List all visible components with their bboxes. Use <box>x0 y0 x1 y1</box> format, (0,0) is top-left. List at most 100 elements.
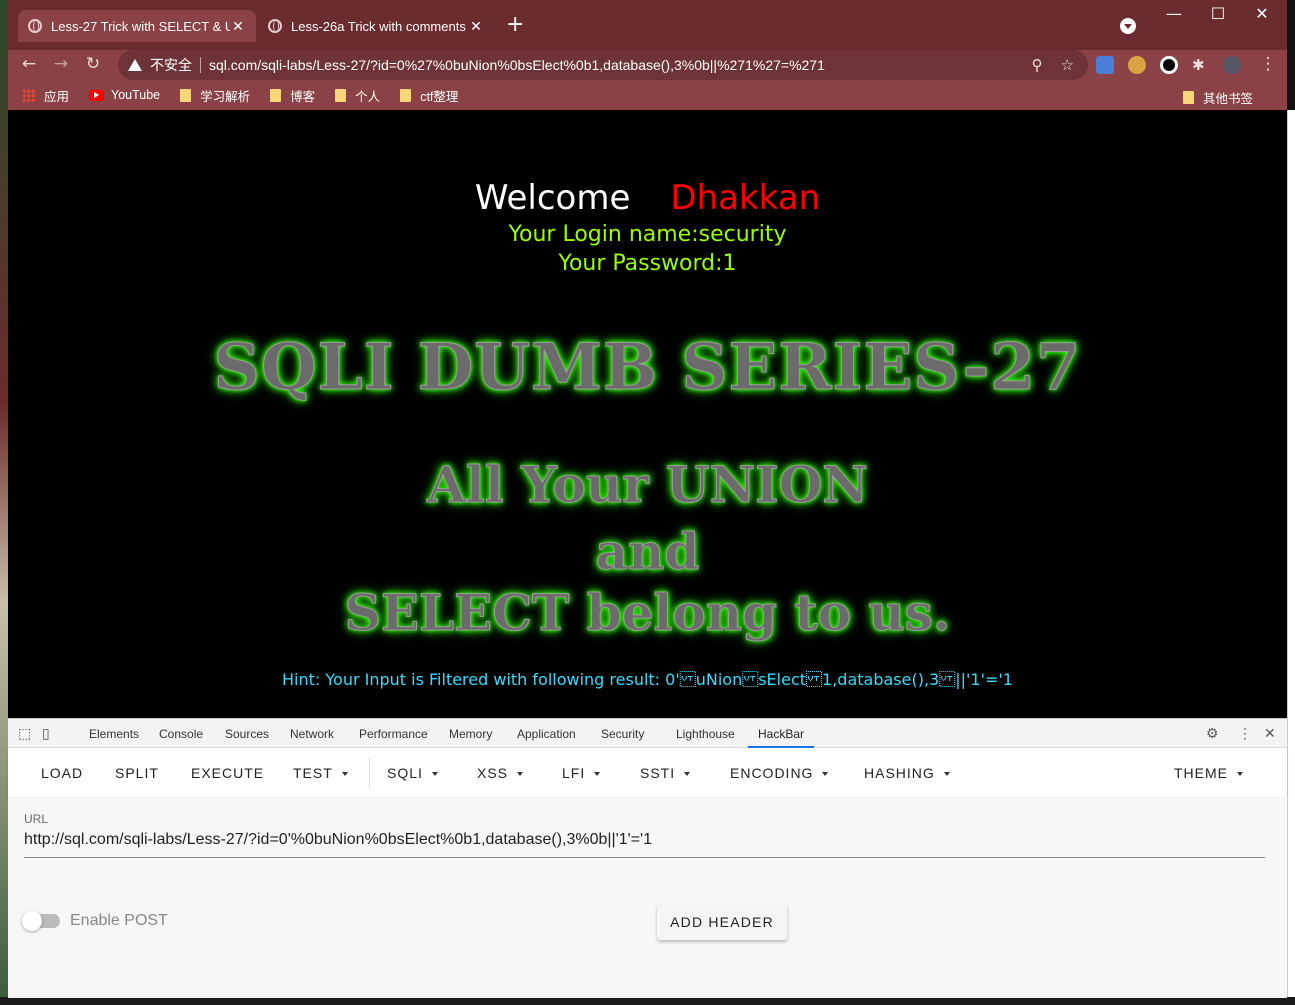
theme-menu[interactable]: THEME <box>1174 765 1243 781</box>
chevron-down-icon <box>822 772 829 777</box>
tab-application[interactable]: Application <box>517 727 576 741</box>
chevron-down-icon <box>684 772 691 777</box>
menu-label: ENCODING <box>730 765 814 781</box>
folder-icon <box>400 88 412 102</box>
lfi-menu[interactable]: LFI <box>562 765 601 781</box>
address-bar[interactable]: 不安全 sql.com/sqli-labs/Less-27/?id=0%27%0… <box>118 50 1088 80</box>
bookmark-ctf[interactable]: ctf整理 <box>400 86 458 105</box>
reload-button[interactable]: ↻ <box>82 54 104 74</box>
chevron-down-icon <box>341 772 348 777</box>
translate-extension-icon[interactable] <box>1096 56 1114 74</box>
inspect-element-icon[interactable]: ⬚ <box>18 725 31 742</box>
sqli-menu[interactable]: SQLI <box>387 765 438 781</box>
tab-hackbar[interactable]: HackBar <box>748 727 815 748</box>
tab-lighthouse[interactable]: Lighthouse <box>676 727 735 741</box>
menu-label: HASHING <box>864 765 935 781</box>
menu-label: XSS <box>477 765 509 781</box>
banner-line-2: and <box>595 522 700 582</box>
tab-console[interactable]: Console <box>159 727 203 741</box>
encoding-menu[interactable]: ENCODING <box>730 765 829 781</box>
folder-icon <box>270 88 282 102</box>
bookmark-label: 应用 <box>44 89 70 104</box>
page-content: Welcome Dhakkan Your Login name:security … <box>8 110 1287 718</box>
globe-icon <box>28 19 42 33</box>
taskbar-edge <box>0 997 1295 1005</box>
welcome-heading: Welcome Dhakkan <box>8 178 1287 218</box>
bookmark-label: ctf整理 <box>420 89 459 104</box>
globe-icon <box>268 19 282 33</box>
bookmark-star-icon[interactable]: ☆ <box>1061 56 1074 74</box>
toolbar: ← → ↻ 不安全 sql.com/sqli-labs/Less-27/?id=… <box>8 50 1287 80</box>
banner-line-1: All Your UNION <box>427 455 869 515</box>
execute-button[interactable]: EXECUTE <box>191 765 264 781</box>
chevron-down-icon <box>431 772 438 777</box>
split-button[interactable]: SPLIT <box>115 765 159 781</box>
tab-memory[interactable]: Memory <box>449 727 492 741</box>
close-devtools-icon[interactable]: ✕ <box>1264 725 1276 742</box>
maximize-button[interactable]: ☐ <box>1196 4 1240 23</box>
bookmark-label: 学习解析 <box>200 89 251 104</box>
password-text: Your Password:1 <box>558 251 737 276</box>
menu-label: SPLIT <box>115 765 159 781</box>
circle-extension-icon[interactable] <box>1160 56 1178 74</box>
tab-search-icon[interactable] <box>1120 18 1136 34</box>
forward-button[interactable]: → <box>50 54 72 74</box>
menu-label: LOAD <box>41 765 84 781</box>
tab-performance[interactable]: Performance <box>359 727 428 741</box>
url-field[interactable]: http://sql.com/sqli-labs/Less-27/?id=0'%… <box>24 831 1265 858</box>
tab-title: Less-26a Trick with comments <box>291 18 466 34</box>
owl-extension-icon[interactable] <box>1128 56 1146 74</box>
more-options-icon[interactable]: ⋮ <box>1238 725 1252 742</box>
avatar[interactable] <box>1223 56 1241 74</box>
hashing-menu[interactable]: HASHING <box>864 765 950 781</box>
folder-icon <box>180 88 192 102</box>
background-window-edge <box>1287 110 1295 1005</box>
device-toolbar-icon[interactable]: ▯ <box>42 725 50 742</box>
hackbar-body: URL http://sql.com/sqli-labs/Less-27/?id… <box>8 796 1287 998</box>
bookmark-study[interactable]: 学习解析 <box>180 86 250 105</box>
tab-strip: Less-27 Trick with SELECT & U ✕ Less-26a… <box>8 0 1287 50</box>
new-tab-button[interactable]: + <box>506 12 524 37</box>
tab-elements[interactable]: Elements <box>89 727 139 741</box>
menu-label: EXECUTE <box>191 765 265 781</box>
other-bookmarks[interactable]: 其他书签 <box>1182 88 1253 107</box>
close-window-button[interactable]: ✕ <box>1240 4 1284 23</box>
tab-close-icon[interactable]: ✕ <box>468 18 484 35</box>
url-text[interactable]: sql.com/sqli-labs/Less-27/?id=0%27%0buNi… <box>209 57 825 73</box>
xss-menu[interactable]: XSS <box>477 765 524 781</box>
tab-security[interactable]: Security <box>601 727 644 741</box>
tab-network[interactable]: Network <box>290 727 334 741</box>
menu-label: LFI <box>562 765 586 781</box>
bookmark-blog[interactable]: 博客 <box>270 86 315 105</box>
add-header-button[interactable]: ADD HEADER <box>657 904 787 940</box>
puzzle-extensions-icon[interactable]: ✱ <box>1192 56 1210 74</box>
tab-less-26a[interactable]: Less-26a Trick with comments ✕ <box>258 10 494 42</box>
test-menu[interactable]: TEST <box>293 765 348 781</box>
bookmark-apps[interactable]: 应用 <box>22 86 69 105</box>
back-button[interactable]: ← <box>18 54 40 74</box>
enable-post-toggle[interactable] <box>22 911 60 931</box>
desktop-background <box>0 0 8 1005</box>
menu-label: SQLI <box>387 765 423 781</box>
chevron-down-icon <box>594 772 601 777</box>
tab-less-27[interactable]: Less-27 Trick with SELECT & U ✕ <box>18 10 256 42</box>
bookmark-personal[interactable]: 个人 <box>335 86 380 105</box>
browser-menu-icon[interactable]: ⋮ <box>1257 54 1279 74</box>
enable-post-label: Enable POST <box>70 912 168 929</box>
url-field-label: URL <box>24 812 49 826</box>
settings-gear-icon[interactable]: ⚙ <box>1206 725 1219 742</box>
tab-close-icon[interactable]: ✕ <box>230 18 246 35</box>
tab-sources[interactable]: Sources <box>225 727 269 741</box>
bookmark-youtube[interactable]: YouTube <box>89 88 160 102</box>
ssti-menu[interactable]: SSTI <box>640 765 691 781</box>
devtools-tabbar: ⬚ ▯ Elements Console Sources Network Per… <box>8 719 1287 748</box>
zoom-icon[interactable]: ⚲ <box>1032 56 1043 74</box>
tab-title: Less-27 Trick with SELECT & U <box>51 18 230 34</box>
hackbar-menu: LOAD SPLIT EXECUTE TEST SQLI XSS LFI SST… <box>8 748 1287 796</box>
youtube-icon <box>89 89 105 101</box>
folder-icon <box>1182 91 1194 104</box>
minimize-button[interactable]: — <box>1152 4 1196 23</box>
menu-label: THEME <box>1174 765 1228 781</box>
security-label[interactable]: 不安全 <box>150 55 192 75</box>
load-button[interactable]: LOAD <box>41 765 83 781</box>
